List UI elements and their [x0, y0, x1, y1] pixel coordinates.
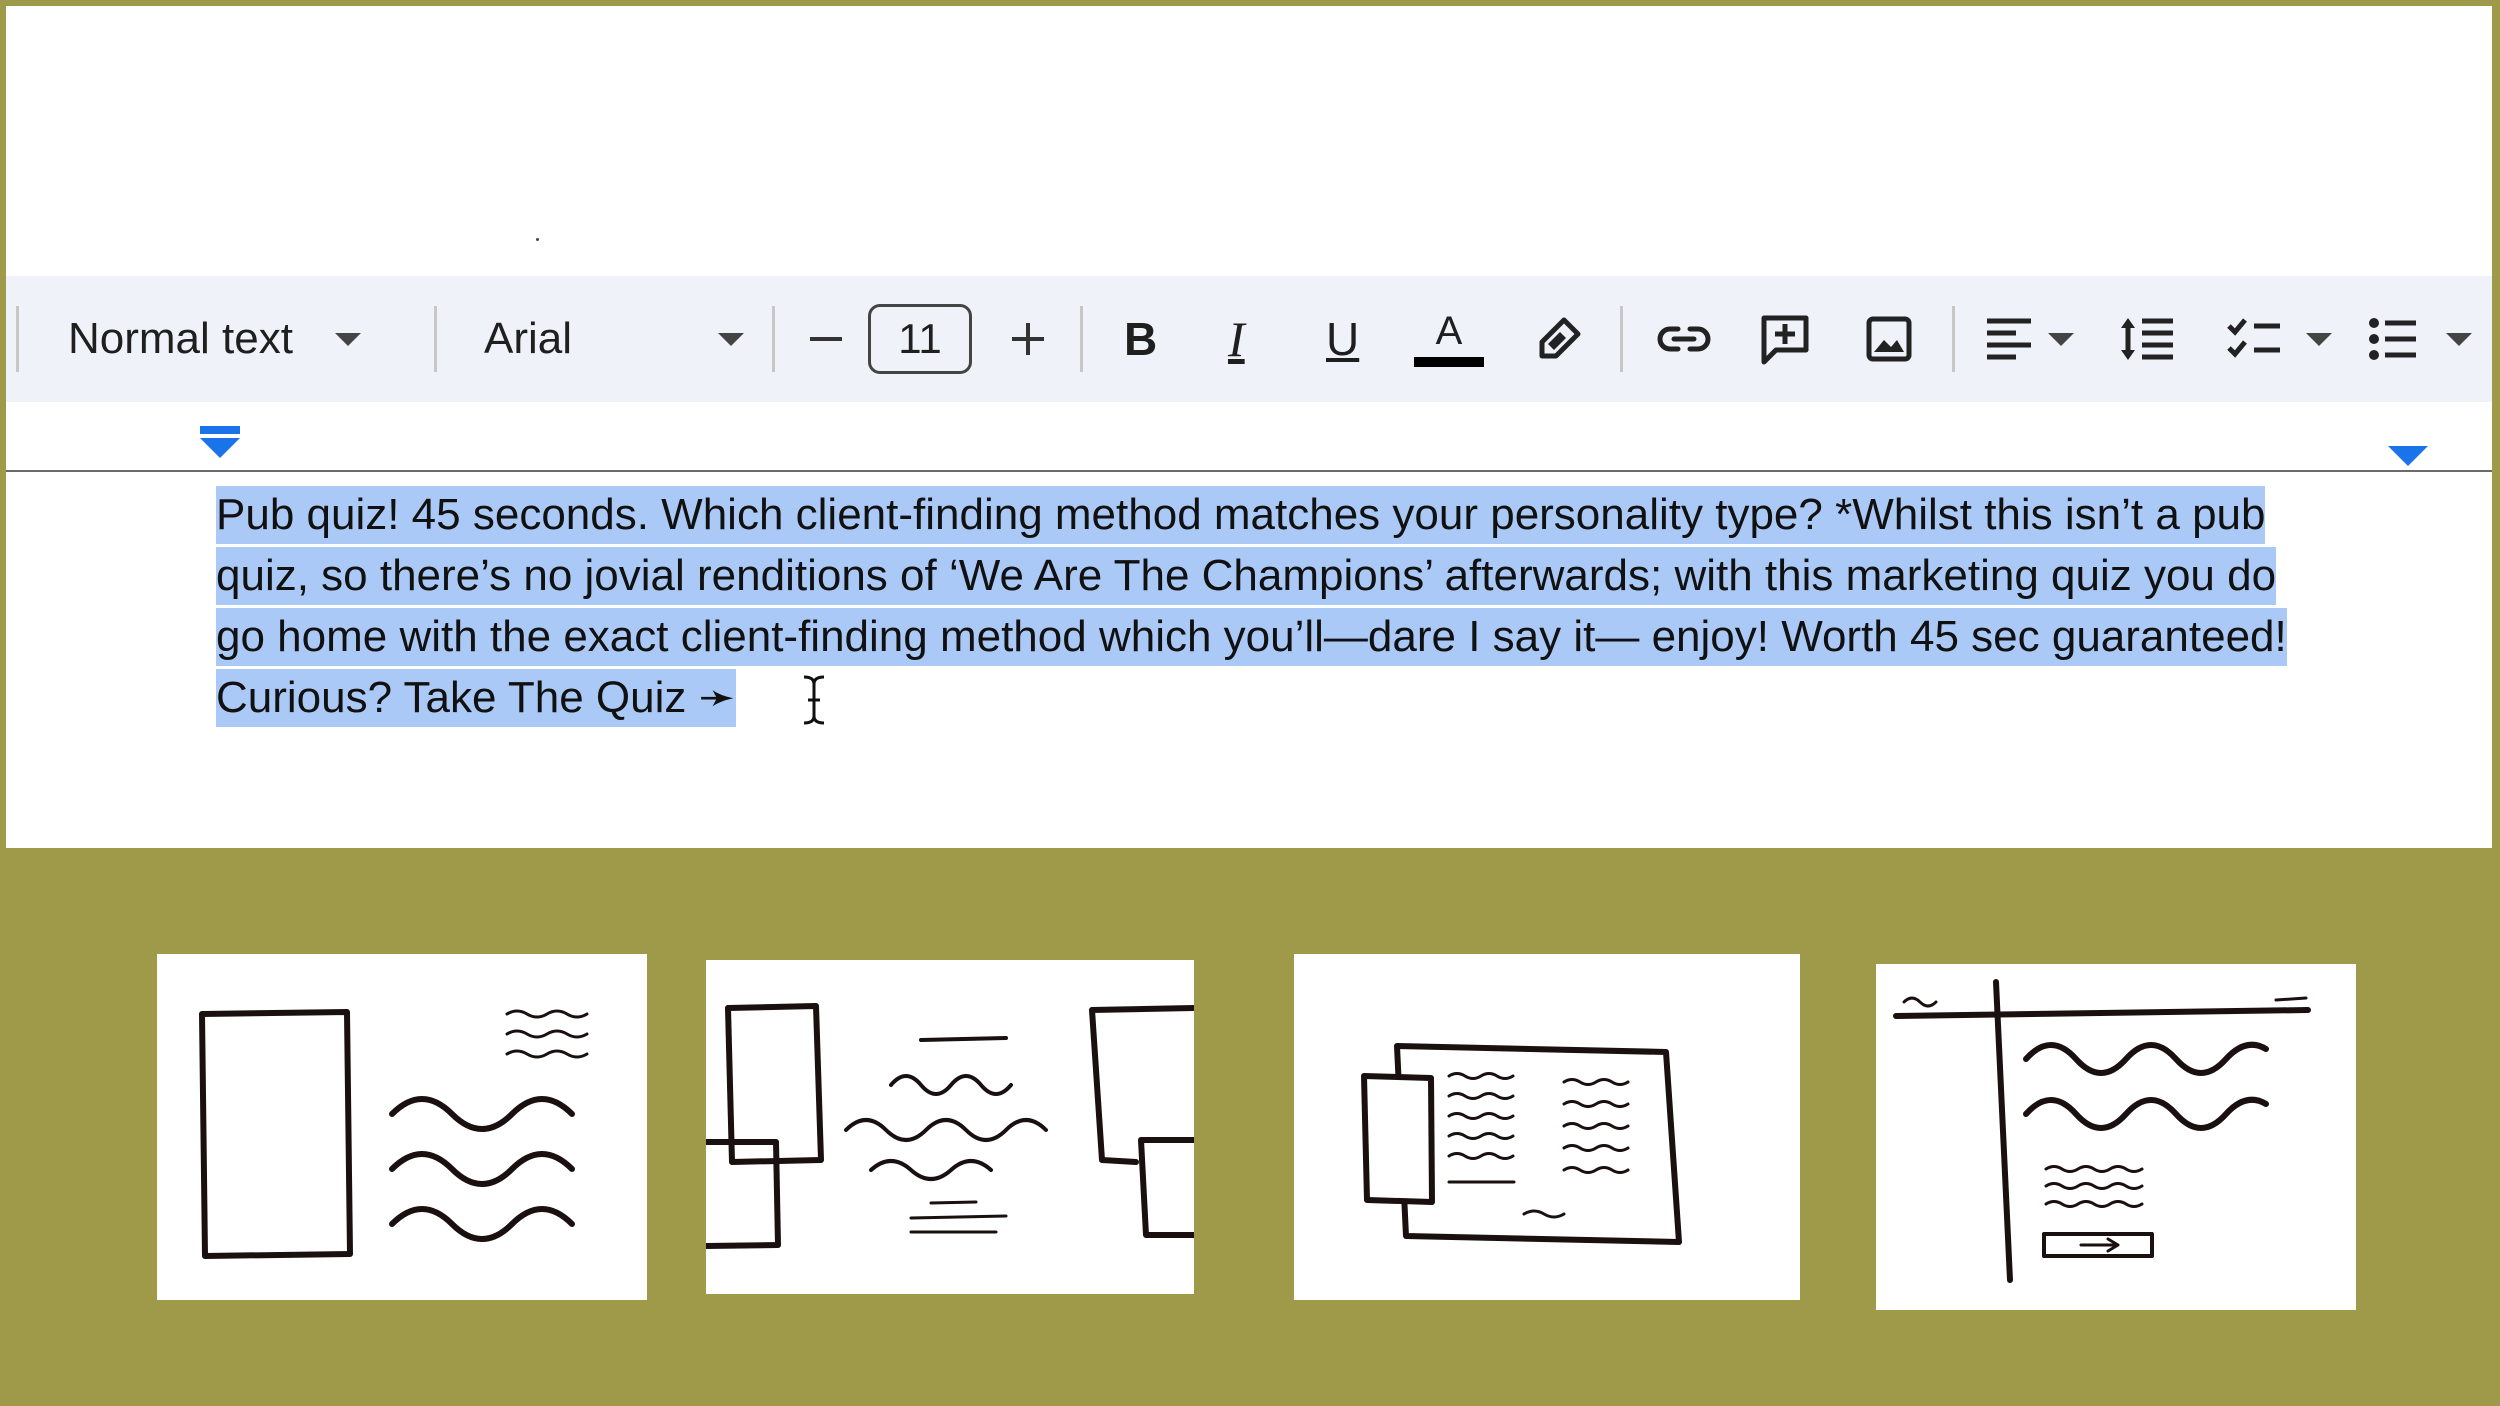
right-indent-marker[interactable] — [2388, 446, 2428, 466]
italic-button[interactable]: I — [1228, 276, 1245, 402]
align-left-icon — [1987, 318, 2031, 360]
layout-sketch-1-drawing — [199, 1009, 589, 1259]
document-body[interactable]: Pub quiz! 45 seconds. Which client-findi… — [216, 484, 2456, 728]
bold-icon: B — [1124, 313, 1158, 365]
highlight-color-button[interactable] — [1534, 276, 1584, 402]
add-comment-button[interactable] — [1758, 276, 1812, 402]
chevron-down-icon — [2048, 332, 2074, 346]
layout-sketch-2-drawing — [703, 1003, 1197, 1249]
highlight-pen-icon — [1539, 317, 1581, 359]
text-color-button[interactable]: A — [1414, 276, 1484, 402]
bold-button[interactable]: B — [1124, 276, 1157, 402]
insert-image-button[interactable] — [1864, 276, 1914, 402]
text-color-letter: A — [1435, 309, 1463, 353]
layout-sketch-3[interactable] — [1294, 954, 1800, 1300]
chevron-down-icon — [334, 332, 361, 346]
text-cursor-icon — [803, 675, 825, 725]
font-family-label: Arial — [484, 314, 573, 363]
add-comment-icon — [1761, 315, 1809, 365]
line-spacing-button[interactable] — [2118, 276, 2176, 402]
layout-sketch-4[interactable] — [1876, 964, 2356, 1310]
align-dropdown[interactable] — [1984, 276, 2074, 402]
layout-sketch-1[interactable] — [157, 954, 647, 1300]
selected-text[interactable]: quiz, so there’s no jovial renditions of… — [216, 547, 2277, 605]
selected-text[interactable]: go home with the exact client-finding me… — [216, 608, 2287, 666]
bulleted-list-dropdown[interactable] — [2368, 276, 2472, 402]
text-line: go home with the exact client-finding me… — [216, 606, 2456, 667]
layout-sketch-3-drawing — [1361, 1043, 1682, 1245]
text-line: Pub quiz! 45 seconds. Which client-findi… — [216, 484, 2456, 545]
underline-icon: U — [1326, 313, 1360, 365]
plus-icon — [1012, 323, 1044, 355]
toolbar-divider — [1952, 306, 1955, 372]
insert-image-icon — [1866, 316, 1912, 362]
insert-link-button[interactable] — [1656, 276, 1712, 402]
text-color-icon: A — [1414, 311, 1484, 367]
line-spacing-icon — [2121, 318, 2173, 360]
paragraph-style-dropdown[interactable]: Normal text — [68, 276, 361, 402]
text-color-swatch — [1414, 357, 1484, 367]
decrease-font-size-button[interactable] — [806, 276, 846, 402]
toolbar-divider — [1080, 306, 1083, 372]
first-line-indent-marker[interactable] — [200, 426, 240, 434]
stray-dot — [536, 238, 539, 241]
left-indent-marker[interactable] — [200, 438, 240, 458]
checklist-icon — [2227, 318, 2280, 358]
chevron-down-icon — [2446, 332, 2472, 346]
checklist-dropdown[interactable] — [2226, 276, 2332, 402]
toolbar-divider — [1620, 306, 1623, 372]
toolbar-divider — [772, 306, 775, 372]
selected-text[interactable]: Curious? Take The Quiz ➛ — [216, 669, 736, 727]
font-size-input[interactable]: 11 — [868, 304, 972, 374]
layout-sketch-4-drawing — [1893, 979, 2311, 1283]
link-icon — [1657, 326, 1711, 352]
text-line: Curious? Take The Quiz ➛ — [216, 667, 2456, 728]
document-page[interactable]: Normal text Arial 11 B I U A Pub quiz! 4… — [6, 6, 2492, 848]
selected-text[interactable]: Pub quiz! 45 seconds. Which client-findi… — [216, 486, 2266, 544]
toolbar-divider — [434, 306, 437, 372]
font-family-dropdown[interactable]: Arial — [484, 276, 745, 402]
paragraph-style-label: Normal text — [68, 314, 293, 363]
text-line: quiz, so there’s no jovial renditions of… — [216, 545, 2456, 606]
bulleted-list-icon — [2369, 318, 2416, 360]
ruler — [6, 470, 2492, 472]
formatting-toolbar: Normal text Arial 11 B I U A — [6, 276, 2492, 402]
chevron-down-icon — [718, 332, 745, 346]
underline-button[interactable]: U — [1326, 276, 1359, 402]
chevron-down-icon — [2306, 332, 2332, 346]
layout-sketch-2[interactable] — [703, 960, 1197, 1294]
toolbar-divider — [16, 306, 19, 372]
increase-font-size-button[interactable] — [1008, 276, 1048, 402]
minus-icon — [810, 337, 842, 341]
italic-icon: I — [1228, 311, 1245, 367]
